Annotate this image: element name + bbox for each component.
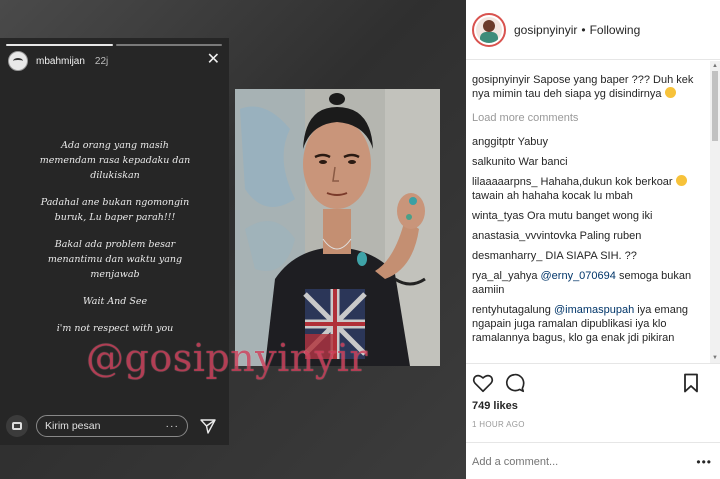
more-options-icon[interactable]: •••	[696, 455, 712, 469]
post-time: 1 HOUR AGO	[472, 420, 525, 429]
caption-user[interactable]: gosipnyinyir	[472, 74, 530, 86]
avatar[interactable]	[8, 51, 28, 71]
story-line: Ada orang yang masih memendam rasa kepad…	[39, 140, 191, 181]
separator: •	[581, 22, 586, 37]
more-icon[interactable]: ···	[166, 420, 180, 432]
story-footer: Kirim pesan ···	[6, 414, 224, 438]
message-placeholder: Kirim pesan	[45, 420, 101, 432]
comment: salkunito War banci	[472, 155, 704, 169]
story-line: i'm not respect with you	[56, 323, 174, 334]
story-header: mbahmijan 22j ✕	[8, 50, 222, 72]
comment: lilaaaaarpns_ Hahaha,dukun kok berkoar t…	[472, 175, 704, 203]
comment: desmanharry_ DIA SIAPA SIH. ??	[472, 249, 704, 263]
comment-user[interactable]: desmanharry_	[472, 250, 542, 262]
like-count[interactable]: 749 likes	[472, 400, 518, 412]
emoji-icon	[675, 175, 687, 186]
comment-text: tawain ah hahaha kocak lu mbah	[472, 190, 633, 202]
comment-text: Hahaha,dukun kok berkoar	[540, 176, 673, 188]
action-icons	[472, 372, 702, 394]
heart-icon[interactable]	[472, 372, 494, 394]
comment: anastasia_vvvintovka Paling ruben	[472, 229, 704, 243]
story-text: Ada orang yang masih memendam rasa kepad…	[20, 138, 210, 348]
comment-icon[interactable]	[504, 372, 526, 394]
comment-user[interactable]: anggitptr	[472, 136, 515, 148]
scrollbar[interactable]: ▲ ▼	[710, 61, 720, 363]
load-more-link[interactable]: Load more comments	[472, 111, 704, 125]
camera-icon[interactable]	[6, 415, 28, 437]
comments-area[interactable]: gosipnyinyir Sapose yang baper ??? Duh k…	[466, 61, 720, 363]
watermark-text: @gosipnyinyir	[86, 336, 369, 380]
send-icon[interactable]	[200, 418, 216, 434]
post-header: gosipnyinyir • Following	[466, 0, 720, 60]
comment-text: War banci	[518, 156, 568, 168]
bookmark-icon[interactable]	[682, 373, 700, 393]
comment-user[interactable]: rya_al_yahya	[472, 270, 537, 282]
story-time: 22j	[94, 55, 109, 67]
comment: anggitptr Yabuy	[472, 135, 704, 149]
comment-user[interactable]: anastasia_vvvintovka	[472, 230, 577, 242]
comment-text: Paling ruben	[579, 230, 642, 242]
comment-text: Ora mutu banget wong iki	[527, 210, 653, 222]
scroll-up-icon[interactable]: ▲	[712, 63, 718, 69]
story-line: Padahal ane bukan ngomongin buruk, Lu ba…	[40, 197, 190, 223]
emoji-icon	[664, 87, 676, 98]
caption: gosipnyinyir Sapose yang baper ??? Duh k…	[472, 73, 704, 101]
story-username[interactable]: mbahmijan	[36, 56, 85, 67]
story-viewer: mbahmijan 22j ✕ Ada orang yang masih mem…	[0, 38, 229, 445]
follow-status[interactable]: Following	[590, 23, 641, 37]
add-comment-bar: •••	[466, 442, 720, 479]
comment-user[interactable]: lilaaaaarpns_	[472, 176, 537, 188]
scroll-down-icon[interactable]: ▼	[712, 355, 718, 361]
post-actions: 749 likes 1 HOUR AGO •••	[466, 363, 720, 479]
story-line: Bakal ada problem besar menantimu dan wa…	[47, 239, 183, 280]
comment-user[interactable]: rentyhutagalung	[472, 304, 551, 316]
post-panel: gosipnyinyir • Following gosipnyinyir Sa…	[466, 0, 720, 479]
comment-text: DIA SIAPA SIH. ??	[545, 250, 637, 262]
comment: rya_al_yahya @erny_070694 semoga bukan a…	[472, 269, 704, 297]
comment-text: Yabuy	[517, 136, 549, 148]
scrollbar-thumb[interactable]	[712, 71, 718, 141]
comment-user[interactable]: winta_tyas	[472, 210, 524, 222]
comment-mention[interactable]: @erny_070694	[541, 270, 616, 282]
message-input[interactable]: Kirim pesan ···	[36, 415, 188, 437]
post-photo	[235, 89, 440, 366]
add-comment-input[interactable]	[472, 455, 672, 468]
man-photo	[235, 89, 440, 366]
post-username[interactable]: gosipnyinyir	[514, 23, 577, 37]
comment: rentyhutagalung @imamaspupah iya emang n…	[472, 303, 704, 345]
comment-mention[interactable]: @imamaspupah	[554, 304, 634, 316]
story-line: Wait And See	[82, 296, 148, 307]
comment-user[interactable]: salkunito	[472, 156, 515, 168]
avatar[interactable]	[472, 12, 506, 47]
comment: winta_tyas Ora mutu banget wong iki	[472, 209, 704, 223]
story-progress	[6, 44, 222, 46]
close-icon[interactable]: ✕	[207, 52, 220, 68]
